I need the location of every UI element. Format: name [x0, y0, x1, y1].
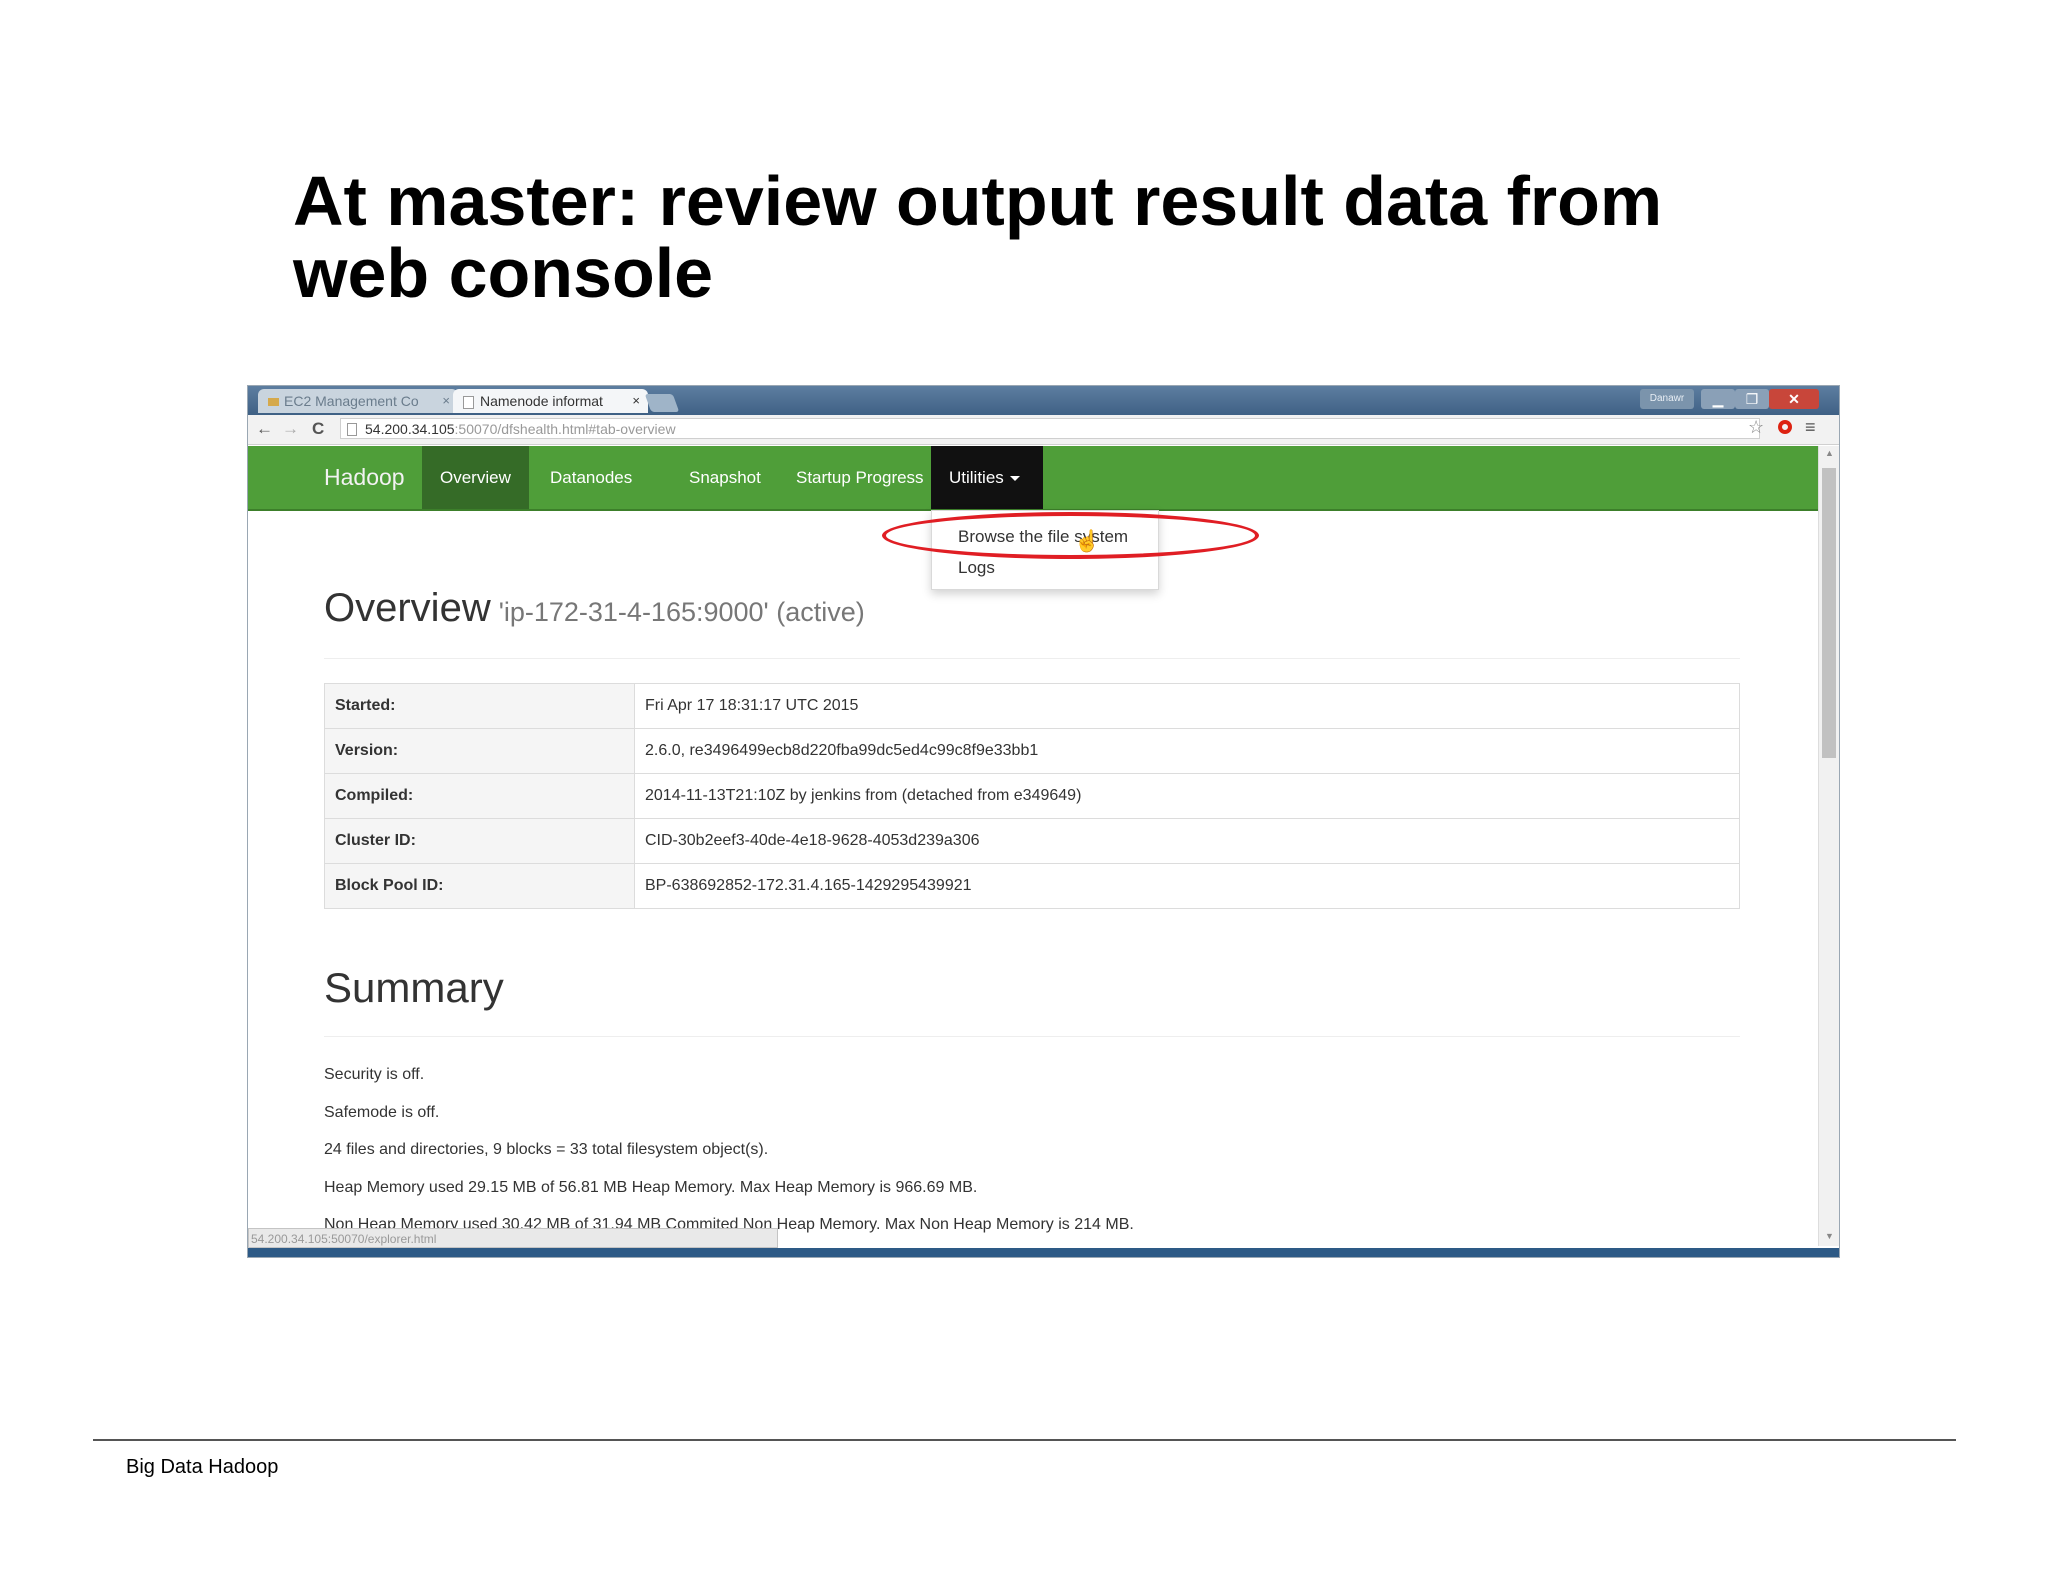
minimize-button[interactable]: ▁: [1701, 389, 1735, 409]
table-row: Version: 2.6.0, re3496499ecb8d220fba99dc…: [324, 728, 1740, 774]
table-value: CID-30b2eef3-40de-4e18-9628-4053d239a306: [634, 818, 1740, 864]
status-bar-url: 54.200.34.105:50070/explorer.html: [248, 1228, 778, 1248]
nav-overview[interactable]: Overview: [422, 446, 529, 509]
nav-snapshot[interactable]: Snapshot: [671, 446, 779, 509]
opera-icon[interactable]: [1778, 420, 1792, 434]
table-row: Block Pool ID: BP-638692852-172.31.4.165…: [324, 863, 1740, 909]
menu-item-logs[interactable]: Logs: [958, 558, 995, 578]
scrollbar-thumb[interactable]: [1822, 468, 1836, 758]
summary-line: 24 files and directories, 9 blocks = 33 …: [324, 1141, 769, 1158]
page-icon: [463, 395, 474, 409]
menu-icon[interactable]: ≡: [1805, 417, 1816, 438]
browser-screenshot: EC2 Management Co × Namenode informat × …: [248, 386, 1839, 1257]
divider: [324, 658, 1740, 659]
table-value: 2.6.0, re3496499ecb8d220fba99dc5ed4c99c8…: [634, 728, 1740, 774]
nav-utilities-label: Utilities: [949, 468, 1004, 487]
address-bar: ← → C 54.200.34.105:50070/dfshealth.html…: [248, 415, 1839, 445]
hand-cursor-icon: ☝: [1074, 530, 1101, 553]
bookmark-star-icon[interactable]: ☆: [1748, 417, 1764, 438]
url-input[interactable]: 54.200.34.105:50070/dfshealth.html#tab-o…: [340, 418, 1760, 439]
folder-icon: [268, 398, 279, 406]
table-value: Fri Apr 17 18:31:17 UTC 2015: [634, 683, 1740, 729]
tab-ec2-management[interactable]: EC2 Management Co ×: [258, 389, 458, 413]
tab-label: Namenode informat: [480, 393, 603, 409]
overview-subtitle: 'ip-172-31-4-165:9000' (active): [498, 597, 865, 627]
table-value: 2014-11-13T21:10Z by jenkins from (detac…: [634, 773, 1740, 819]
overview-table: Started: Fri Apr 17 18:31:17 UTC 2015 Ve…: [324, 683, 1740, 909]
tab-label: EC2 Management Co: [284, 393, 419, 409]
summary-line: Security is off.: [324, 1066, 425, 1083]
back-arrow-icon[interactable]: ←: [256, 419, 273, 439]
reload-icon[interactable]: C: [312, 419, 324, 439]
nav-utilities-dropdown[interactable]: Utilities: [931, 446, 1043, 509]
page-icon: [347, 423, 357, 436]
close-tab-icon[interactable]: ×: [632, 389, 640, 413]
nav-datanodes[interactable]: Datanodes: [532, 446, 650, 509]
forward-arrow-icon[interactable]: →: [282, 419, 299, 439]
slide-title-line-1: At master: review output result data fro…: [293, 162, 1663, 240]
slide-title-line-2: web console: [293, 234, 714, 312]
url-path: :50070/dfshealth.html#tab-overview: [454, 421, 676, 437]
table-key: Cluster ID:: [324, 818, 635, 864]
table-key: Compiled:: [324, 773, 635, 819]
close-tab-icon[interactable]: ×: [442, 389, 450, 413]
hadoop-navbar: Hadoop Overview Datanodes Snapshot Start…: [248, 446, 1818, 511]
scroll-up-arrow-icon[interactable]: ▲: [1825, 448, 1834, 458]
close-window-button[interactable]: ✕: [1769, 389, 1819, 409]
table-row: Cluster ID: CID-30b2eef3-40de-4e18-9628-…: [324, 818, 1740, 864]
table-row: Started: Fri Apr 17 18:31:17 UTC 2015: [324, 683, 1740, 729]
summary-line: Heap Memory used 29.15 MB of 56.81 MB He…: [324, 1179, 978, 1196]
table-row: Compiled: 2014-11-13T21:10Z by jenkins f…: [324, 773, 1740, 819]
taskbar: [248, 1248, 1839, 1257]
summary-line: Safemode is off.: [324, 1104, 440, 1121]
table-value: BP-638692852-172.31.4.165-1429295439921: [634, 863, 1740, 909]
summary-heading: Summary: [324, 964, 504, 1011]
nav-startup-progress[interactable]: Startup Progress: [778, 446, 942, 509]
highlight-ellipse: [882, 512, 1259, 559]
maximize-button[interactable]: ❐: [1735, 389, 1769, 409]
divider: [324, 1036, 1740, 1037]
new-tab-button[interactable]: [644, 394, 680, 412]
overview-heading: Overview'ip-172-31-4-165:9000' (active): [324, 586, 865, 631]
vertical-scrollbar[interactable]: ▲ ▼: [1818, 446, 1839, 1246]
user-badge[interactable]: Danawr: [1640, 389, 1694, 409]
scroll-down-arrow-icon[interactable]: ▼: [1825, 1231, 1834, 1241]
table-key: Version:: [324, 728, 635, 774]
slide-title: At master: review output result data fro…: [293, 165, 1793, 309]
footer-divider: [93, 1439, 1956, 1441]
url-host: 54.200.34.105: [365, 421, 455, 437]
browser-title-bar: EC2 Management Co × Namenode informat × …: [248, 386, 1839, 415]
table-key: Block Pool ID:: [324, 863, 635, 909]
tab-namenode-information[interactable]: Namenode informat ×: [453, 389, 648, 413]
overview-title: Overview: [324, 586, 491, 630]
slide-footer: Big Data Hadoop: [126, 1456, 279, 1478]
caret-down-icon: [1009, 476, 1020, 482]
table-key: Started:: [324, 683, 635, 729]
hadoop-brand-link[interactable]: Hadoop: [306, 446, 423, 509]
